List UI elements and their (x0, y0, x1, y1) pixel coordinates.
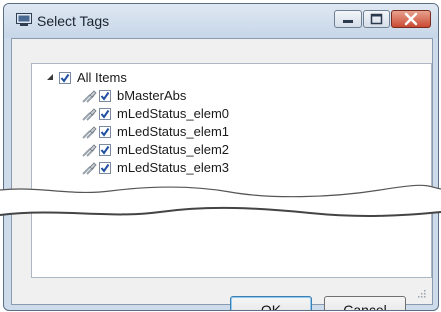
tree-item[interactable]: bMasterAbs (32, 87, 427, 105)
resize-grip-icon[interactable] (416, 288, 426, 298)
minimize-button[interactable] (334, 10, 362, 28)
maximize-icon (370, 13, 383, 25)
torn-edge-divider (0, 184, 441, 217)
tree-root-label: All Items (77, 70, 127, 85)
tree-item[interactable]: mLedStatus_elem1 (32, 123, 427, 141)
app-icon (16, 13, 32, 26)
tag-icon (82, 90, 97, 103)
tag-tree[interactable]: All Items bMasterAbs mLedStatus_elem0 mL… (31, 63, 432, 278)
item-checkbox[interactable] (99, 126, 111, 138)
cancel-button[interactable]: Cancel (324, 296, 406, 310)
root-checkbox[interactable] (59, 72, 71, 84)
item-checkbox[interactable] (99, 108, 111, 120)
close-icon (404, 12, 418, 26)
item-label: mLedStatus_elem1 (117, 124, 230, 139)
tree-root-item[interactable]: All Items (32, 69, 427, 87)
window-title: Select Tags (37, 13, 110, 29)
close-button[interactable] (391, 10, 431, 28)
select-tags-dialog: Select Tags All Items bMasterAbs mLedSta… (3, 3, 439, 311)
tree-item[interactable]: mLedStatus_elem2 (32, 141, 427, 159)
item-label: mLedStatus_elem0 (117, 106, 230, 121)
maximize-button[interactable] (363, 10, 390, 28)
tag-icon (82, 126, 97, 139)
tree-item[interactable]: mLedStatus_elem0 (32, 105, 427, 123)
title-bar[interactable]: Select Tags (4, 4, 438, 38)
item-checkbox[interactable] (99, 90, 111, 102)
ok-button[interactable]: OK (230, 296, 312, 310)
tag-icon (82, 162, 97, 175)
tag-icon (82, 108, 97, 121)
item-label: mLedStatus_elem2 (117, 142, 230, 157)
expand-arrow-icon[interactable] (45, 69, 55, 87)
dialog-body: All Items bMasterAbs mLedStatus_elem0 mL… (11, 38, 433, 310)
tree-item[interactable]: mLedStatus_elem3 (32, 159, 427, 177)
minimize-icon (343, 20, 353, 23)
item-checkbox[interactable] (99, 144, 111, 156)
item-checkbox[interactable] (99, 162, 111, 174)
item-label: bMasterAbs (117, 88, 187, 103)
tag-icon (82, 144, 97, 157)
item-label: mLedStatus_elem3 (117, 160, 230, 175)
